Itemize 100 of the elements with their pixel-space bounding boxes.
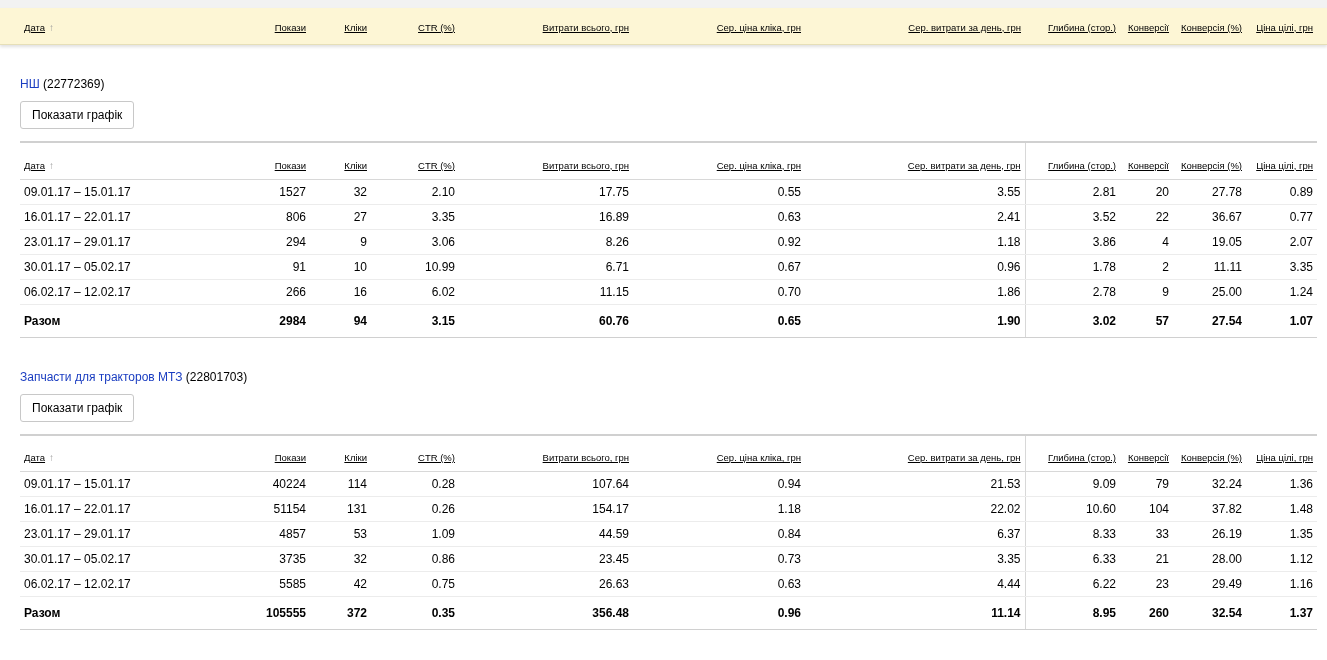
total-cell: 356.48 — [459, 596, 633, 630]
table-cell: 21 — [1120, 546, 1173, 572]
column-header[interactable]: Ціна цілі, грн — [1256, 21, 1313, 33]
date-range-cell: 09.01.17 – 15.01.17 — [20, 471, 240, 497]
table-cell: 131 — [310, 496, 371, 522]
column-header[interactable]: Глибина (стор.) — [1048, 452, 1116, 463]
column-header[interactable]: Дата — [24, 21, 46, 33]
date-range-cell: 16.01.17 – 22.01.17 — [20, 204, 240, 229]
campaign-link[interactable]: НШ — [20, 77, 40, 91]
total-cell: 2984 — [240, 304, 310, 337]
column-header[interactable]: Конверсії — [1127, 21, 1169, 33]
table-cell: 0.77 — [1246, 204, 1317, 229]
table-cell: 0.89 — [1246, 179, 1317, 204]
column-header[interactable]: Ціна цілі, грн — [1256, 452, 1313, 463]
table-cell: 28.00 — [1173, 546, 1246, 572]
date-range-cell: 16.01.17 – 22.01.17 — [20, 496, 240, 522]
total-cell: 1.07 — [1246, 304, 1317, 337]
table-cell: 6.22 — [1025, 571, 1120, 597]
column-header[interactable]: Дата — [24, 452, 46, 463]
table-cell: 0.86 — [371, 546, 459, 572]
table-cell: 3.86 — [1025, 229, 1120, 254]
column-header[interactable]: Сер. витрати за день, грн — [908, 21, 1021, 33]
column-header[interactable]: Витрати всього, грн — [542, 159, 629, 171]
campaign-id: (22772369) — [43, 77, 105, 91]
table-cell: 26.19 — [1173, 521, 1246, 547]
column-header[interactable]: Сер. ціна кліка, грн — [716, 21, 801, 33]
column-header[interactable]: Покази — [274, 21, 306, 33]
table-cell: 806 — [240, 204, 310, 229]
table-cell: 11.15 — [459, 279, 633, 304]
column-header[interactable]: CTR (%) — [418, 21, 455, 33]
table-cell: 1.86 — [805, 279, 1025, 304]
campaign-link[interactable]: Запчасти для тракторов МТЗ — [20, 369, 183, 384]
table-cell: 2.10 — [371, 179, 459, 204]
table-cell: 10.60 — [1025, 496, 1120, 522]
table-cell: 17.75 — [459, 179, 633, 204]
column-header[interactable]: Кліки — [344, 452, 367, 463]
column-header[interactable]: Сер. витрати за день, грн — [907, 159, 1021, 171]
table-cell: 0.63 — [633, 204, 805, 229]
show-chart-button[interactable]: Показати графік — [20, 101, 135, 129]
total-label: Разом — [20, 596, 240, 630]
table-cell: 2 — [1120, 254, 1173, 279]
date-range-cell: 09.01.17 – 15.01.17 — [20, 179, 240, 204]
table-cell: 1.24 — [1246, 279, 1317, 304]
table-cell: 3.55 — [805, 179, 1025, 204]
table-cell: 21.53 — [805, 471, 1025, 497]
total-cell: 372 — [310, 596, 371, 630]
column-header[interactable]: Глибина (стор.) — [1048, 21, 1116, 33]
total-cell: 1.90 — [805, 304, 1025, 337]
table-cell: 79 — [1120, 471, 1173, 497]
column-header[interactable]: Конверсія (%) — [1181, 452, 1242, 463]
table-cell: 4 — [1120, 229, 1173, 254]
table-cell: 22 — [1120, 204, 1173, 229]
table-cell: 32 — [310, 546, 371, 572]
column-header[interactable]: Конверсія (%) — [1181, 21, 1242, 33]
column-header[interactable]: Ціна цілі, грн — [1256, 159, 1313, 171]
total-cell: 260 — [1120, 596, 1173, 630]
column-header[interactable]: Покази — [274, 452, 306, 463]
table-cell: 2.07 — [1246, 229, 1317, 254]
sort-indicator: ↑ — [49, 159, 55, 171]
table-cell: 3.52 — [1025, 204, 1120, 229]
table-cell: 0.73 — [633, 546, 805, 572]
column-header[interactable]: Сер. витрати за день, грн — [907, 452, 1021, 463]
table-cell: 104 — [1120, 496, 1173, 522]
table-cell: 1.78 — [1025, 254, 1120, 279]
total-cell: 27.54 — [1173, 304, 1246, 337]
column-header[interactable]: Конверсії — [1127, 452, 1169, 463]
table-cell: 1.12 — [1246, 546, 1317, 572]
table-cell: 10 — [310, 254, 371, 279]
column-header[interactable]: Витрати всього, грн — [542, 21, 629, 33]
table-cell: 16 — [310, 279, 371, 304]
date-range-cell: 23.01.17 – 29.01.17 — [20, 229, 240, 254]
column-header[interactable]: CTR (%) — [418, 452, 455, 463]
table-cell: 9.09 — [1025, 471, 1120, 497]
total-cell: 105555 — [240, 596, 310, 630]
column-header[interactable]: Глибина (стор.) — [1048, 159, 1116, 171]
table-cell: 23 — [1120, 571, 1173, 597]
column-header[interactable]: CTR (%) — [418, 159, 455, 171]
table-cell: 25.00 — [1173, 279, 1246, 304]
column-header[interactable]: Конверсії — [1127, 159, 1169, 171]
column-header[interactable]: Сер. ціна кліка, грн — [716, 452, 801, 463]
column-header[interactable]: Кліки — [344, 21, 367, 33]
column-header[interactable]: Сер. ціна кліка, грн — [716, 159, 801, 171]
table-cell: 6.71 — [459, 254, 633, 279]
table-cell: 27.78 — [1173, 179, 1246, 204]
column-header[interactable]: Кліки — [344, 159, 367, 171]
column-header[interactable]: Покази — [274, 159, 306, 171]
table-cell: 53 — [310, 521, 371, 547]
table-cell: 16.89 — [459, 204, 633, 229]
column-header[interactable]: Конверсія (%) — [1181, 159, 1242, 171]
date-range-cell: 06.02.17 – 12.02.17 — [20, 571, 240, 597]
table-cell: 51154 — [240, 496, 310, 522]
table-cell: 0.63 — [633, 571, 805, 597]
table-cell: 2.41 — [805, 204, 1025, 229]
show-chart-button[interactable]: Показати графік — [20, 393, 135, 422]
column-header[interactable]: Витрати всього, грн — [542, 452, 629, 463]
column-header[interactable]: Дата — [24, 159, 46, 171]
table-cell: 0.67 — [633, 254, 805, 279]
table-cell: 3.35 — [805, 546, 1025, 572]
table-cell: 5585 — [240, 571, 310, 597]
table-cell: 0.70 — [633, 279, 805, 304]
